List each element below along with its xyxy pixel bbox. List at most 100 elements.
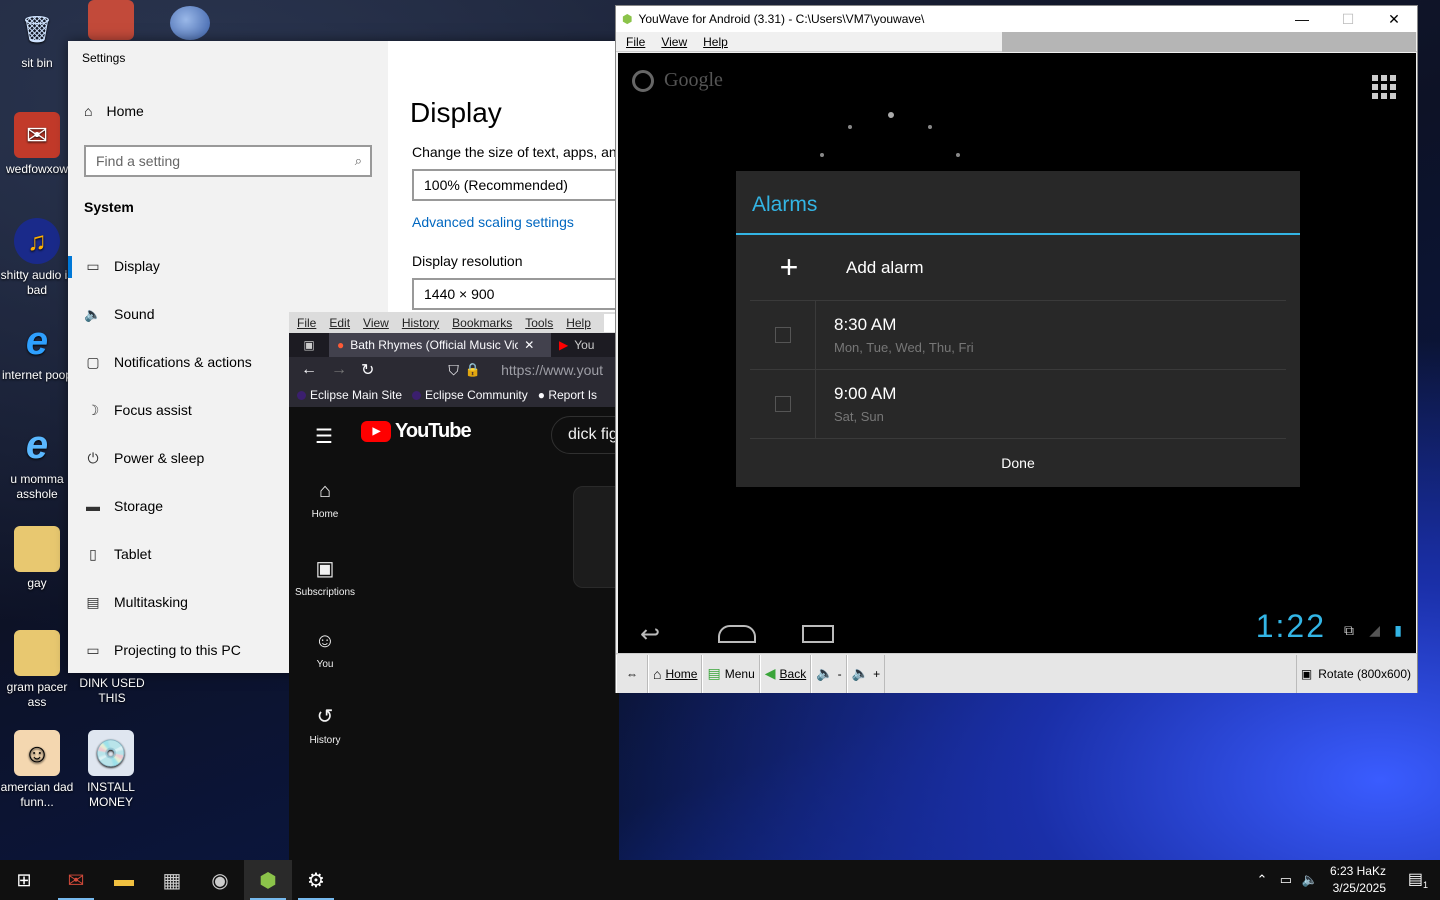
- taskbar-settings[interactable]: ⚙: [292, 860, 340, 900]
- taskbar-file-explorer[interactable]: ▬: [100, 860, 148, 900]
- advanced-scaling-link[interactable]: Advanced scaling settings: [412, 214, 574, 230]
- desktop-icon-wedfowxow[interactable]: ✉ wedfowxow: [0, 112, 74, 177]
- menu-hamburger-icon[interactable]: ☰: [315, 424, 333, 449]
- desktop-icon-recycle-bin[interactable]: 🗑 sit bin: [0, 6, 74, 71]
- tab-next[interactable]: ▶ You: [551, 333, 602, 357]
- back-icon[interactable]: ←: [301, 361, 317, 379]
- alarm-checkbox[interactable]: [750, 300, 816, 370]
- desktop-icon-dink[interactable]: DINK USED THIS: [75, 676, 149, 706]
- network-icon[interactable]: ▭: [1274, 872, 1298, 888]
- menu-file[interactable]: File: [626, 35, 645, 49]
- nav-label: Sound: [114, 306, 155, 322]
- youtube-logo-text: YouTube: [395, 420, 472, 442]
- nav-label: Projecting to this PC: [114, 642, 241, 658]
- scale-dropdown[interactable]: 100% (Recommended): [412, 169, 632, 201]
- volume-down-button[interactable]: 🔈 -: [811, 654, 847, 693]
- maximize-icon[interactable]: ☐: [1325, 11, 1371, 28]
- home-label: Home: [665, 666, 698, 681]
- yt-sidebar-you[interactable]: ☺ You: [289, 630, 361, 670]
- youtube-search-input[interactable]: dick fig: [551, 416, 619, 454]
- add-alarm-button[interactable]: + Add alarm: [750, 235, 1286, 301]
- rotate-button[interactable]: ▣ Rotate (800x600): [1295, 655, 1415, 693]
- desktop-icon-american-dad[interactable]: ☺ amercian dad funn...: [0, 730, 74, 810]
- add-alarm-label: Add alarm: [846, 257, 924, 277]
- menu-view[interactable]: View: [363, 316, 389, 330]
- settings-home-link[interactable]: ⌂ Home: [84, 103, 144, 119]
- android-home-icon[interactable]: [718, 625, 756, 643]
- nav-label: Notifications & actions: [114, 354, 252, 370]
- window-title: YouWave for Android (3.31) - C:\Users\VM…: [638, 12, 925, 26]
- volume-up-button[interactable]: 🔈 +: [846, 654, 886, 693]
- tab-active[interactable]: ● Bath Rhymes (Official Music Vic ✕: [329, 333, 551, 357]
- android-navbar: ↩ 1:22 ⧉ ◢ ▮: [618, 605, 1416, 653]
- menu-file[interactable]: File: [297, 316, 316, 330]
- resolution-label: Display resolution: [412, 253, 523, 269]
- menu-history[interactable]: History: [402, 316, 439, 330]
- android-back-icon[interactable]: ↩: [640, 620, 660, 649]
- reload-icon[interactable]: ↻: [361, 360, 374, 380]
- menu-help[interactable]: Help: [566, 316, 591, 330]
- bookmark-item[interactable]: Eclipse Community: [412, 388, 528, 402]
- yt-sidebar-history[interactable]: ↺ History: [289, 704, 361, 746]
- tab-label: You: [574, 338, 595, 352]
- alarm-row[interactable]: 8:30 AM Mon, Tue, Wed, Thu, Fri: [750, 300, 1286, 370]
- bookmark-item[interactable]: Eclipse Main Site: [297, 388, 402, 402]
- desktop-icon-label: internet poop: [1, 368, 73, 382]
- resize-button[interactable]: ⇔: [616, 654, 648, 693]
- forward-icon[interactable]: →: [331, 361, 347, 379]
- android-recents-icon[interactable]: [802, 625, 834, 643]
- menu-edit[interactable]: Edit: [329, 316, 350, 330]
- menu-tools[interactable]: Tools: [525, 316, 553, 330]
- desktop-icon-label: amercian dad funn...: [0, 780, 74, 809]
- bookmark-item[interactable]: ● Report Is: [538, 388, 597, 402]
- shield-icon[interactable]: ⛉: [448, 362, 459, 379]
- yt-sidebar-home[interactable]: ⌂ Home: [289, 480, 361, 520]
- search-input[interactable]: Find a setting ⌕: [84, 145, 372, 177]
- app-drawer-icon[interactable]: [1372, 75, 1396, 99]
- youtube-logo[interactable]: ▶ YouTube: [361, 420, 472, 443]
- minimize-icon[interactable]: —: [1279, 11, 1325, 28]
- yt-sidebar-subscriptions[interactable]: ▣ Subscriptions: [289, 556, 361, 598]
- taskbar-app-mail[interactable]: ✉: [52, 860, 100, 900]
- back-button[interactable]: ◀ Back: [759, 654, 812, 693]
- desktop-icon-gay[interactable]: gay: [0, 526, 74, 591]
- tab-strip: ▣ ● Bath Rhymes (Official Music Vic ✕ ▶ …: [289, 333, 619, 357]
- desktop-icon-gram-pacer[interactable]: gram pacer ass: [0, 630, 74, 710]
- clock[interactable]: 6:23 HaKz 3/25/2025: [1322, 863, 1396, 897]
- resolution-dropdown[interactable]: 1440 × 900: [412, 278, 632, 310]
- menu-button[interactable]: ▤ Menu: [702, 654, 760, 693]
- home-button[interactable]: ⌂ Home: [648, 654, 703, 693]
- url-bar[interactable]: https://www.yout: [501, 362, 603, 378]
- volume-icon[interactable]: 🔈: [1298, 872, 1322, 888]
- taskbar-obs[interactable]: ◉: [196, 860, 244, 900]
- desktop-icon-u-momma[interactable]: e u momma asshole: [0, 422, 74, 502]
- menu-help[interactable]: Help: [703, 35, 728, 49]
- search-icon: ⌕: [354, 153, 362, 168]
- video-card-placeholder[interactable]: [573, 486, 619, 588]
- done-button[interactable]: Done: [736, 439, 1300, 487]
- notification-center-icon[interactable]: ▤1: [1396, 869, 1440, 890]
- menu-view[interactable]: View: [661, 35, 687, 49]
- google-search-bar[interactable]: Google: [632, 69, 723, 92]
- volume-icon: 🔈: [851, 665, 870, 681]
- taskbar-app-installer[interactable]: ▦: [148, 860, 196, 900]
- close-icon[interactable]: ✕: [1371, 11, 1417, 28]
- gear-icon: ⚙: [307, 869, 325, 892]
- menu-bookmarks[interactable]: Bookmarks: [452, 316, 512, 330]
- desktop-icon-install-money[interactable]: 💿 INSTALL MONEY: [74, 730, 148, 810]
- tab-overview-icon[interactable]: ▣: [289, 333, 329, 357]
- close-tab-icon[interactable]: ✕: [524, 338, 534, 352]
- desktop-icon-audio[interactable]: ♫ shitty audio is bad: [0, 218, 74, 298]
- alarm-checkbox[interactable]: [750, 369, 816, 439]
- start-button[interactable]: ⊞: [0, 860, 48, 900]
- taskbar-youwave[interactable]: ⬢: [244, 860, 292, 900]
- home-icon: ⌂: [84, 103, 93, 119]
- app-icon[interactable]: [88, 0, 134, 40]
- bookmark-label: Report Is: [548, 388, 598, 402]
- alarm-row[interactable]: 9:00 AM Sat, Sun: [750, 369, 1286, 439]
- loading-dot: [956, 153, 960, 157]
- chevron-up-icon[interactable]: ⌃: [1250, 872, 1274, 888]
- globe-icon[interactable]: [170, 6, 210, 40]
- nav-item-display[interactable]: ▭ Display: [68, 246, 388, 286]
- desktop-icon-internet-poop[interactable]: e internet poop: [0, 318, 74, 383]
